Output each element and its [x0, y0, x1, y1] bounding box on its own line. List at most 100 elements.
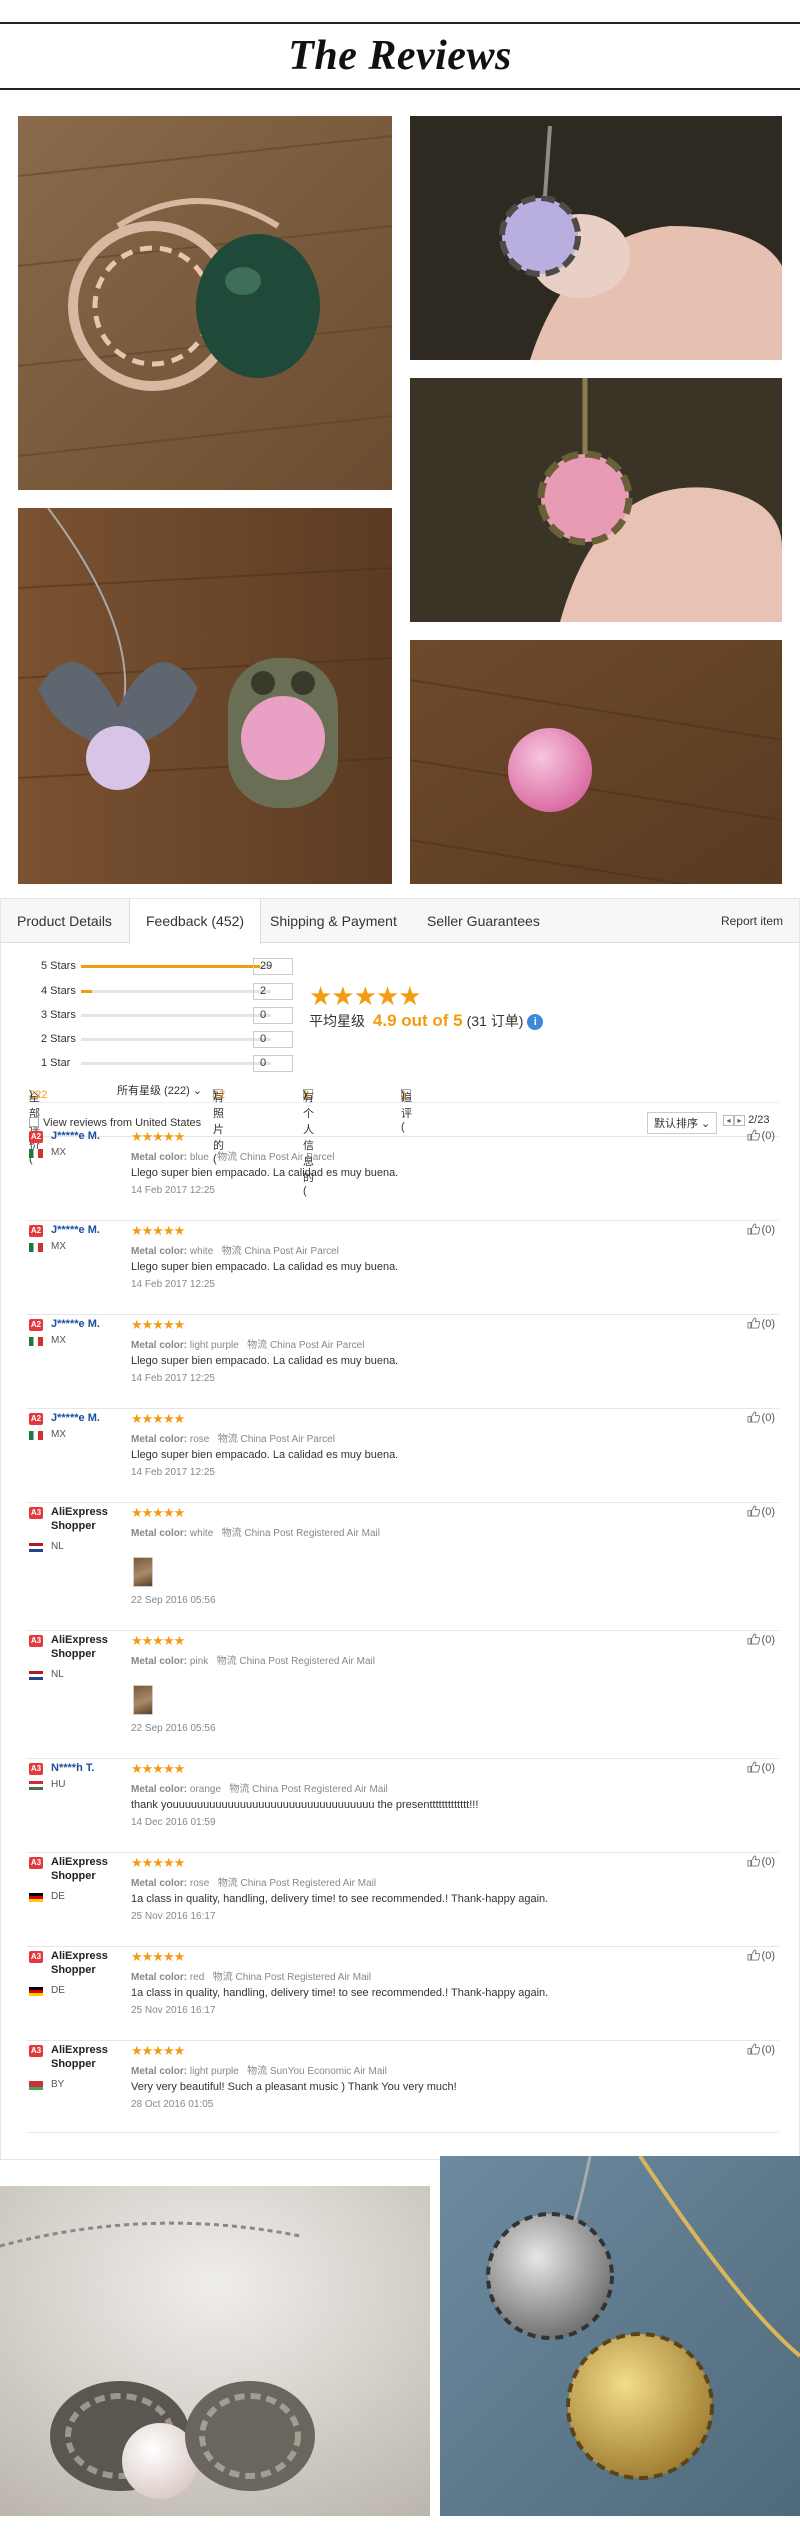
next-page-icon[interactable]: ▸: [734, 1115, 745, 1126]
review-meta: Metal color: rose 物流 China Post Register…: [131, 1878, 377, 1889]
review-date: 22 Sep 2016 05:56: [131, 1595, 216, 1606]
review-item: A3 AliExpress Shopper NL ★★★★★ Metal color: …: [27, 1631, 779, 1759]
thumbs-up-icon: [747, 1223, 760, 1235]
review-meta: Metal color: rose 物流 China Post Air Parc…: [131, 1434, 335, 1445]
reviewer-name[interactable]: AliExpress Shopper: [51, 1505, 141, 1533]
reviewer-country: DE: [51, 1985, 65, 1996]
thumbs-up-icon: [747, 1411, 760, 1423]
helpful-button[interactable]: (0): [747, 1761, 775, 1774]
rating-count: 2: [253, 983, 293, 1000]
review-date: 14 Feb 2017 12:25: [131, 1467, 215, 1478]
review-meta: Metal color: orange 物流 China Post Regist…: [131, 1784, 388, 1795]
review-date: 14 Feb 2017 12:25: [131, 1373, 215, 1384]
filter-bar: 全部评价(222) 所有星级 (222) ⌄ 有照片的(12) 有个人信息的(0…: [27, 1075, 779, 1197]
helpful-button[interactable]: (0): [747, 1949, 775, 1962]
reviewer-name[interactable]: J*****e M.: [51, 1317, 141, 1331]
banner-title: The Reviews: [288, 33, 512, 79]
helpful-count: (0): [761, 1950, 775, 1962]
review-photo-thumbnail[interactable]: [133, 1685, 153, 1715]
helpful-count: (0): [761, 1634, 775, 1646]
reviewer-name[interactable]: J*****e M.: [51, 1223, 141, 1237]
review-text: Llego super bien empacado. La calidad es…: [131, 1449, 399, 1461]
review-text: thank youuuuuuuuuuuuuuuuuuuuuuuuuuuuuuuu…: [131, 1799, 479, 1811]
thumbs-up-icon: [747, 1317, 760, 1329]
reviewer-name[interactable]: N****h T.: [51, 1761, 141, 1775]
reviewer-name[interactable]: AliExpress Shopper: [51, 1633, 141, 1661]
rating-label: 3 Stars: [41, 1009, 76, 1021]
helpful-count: (0): [761, 1130, 775, 1142]
tab-seller-guarantees[interactable]: Seller Guarantees: [411, 899, 556, 943]
rating-label: 4 Stars: [41, 985, 76, 997]
prev-page-icon[interactable]: ◂: [723, 1115, 734, 1126]
review-stars: ★★★★★: [131, 2043, 185, 2058]
filter-stars-dropdown[interactable]: 所有星级 (222) ⌄: [117, 1082, 202, 1098]
country-flag-icon: [29, 1431, 43, 1440]
tab-product-details[interactable]: Product Details: [1, 899, 128, 943]
reviewer-country: DE: [51, 1891, 65, 1902]
reviewer-name[interactable]: AliExpress Shopper: [51, 2043, 141, 2071]
reviewer-country: MX: [51, 1241, 66, 1252]
reviewer-name[interactable]: AliExpress Shopper: [51, 1855, 141, 1883]
tab-shipping-payment[interactable]: Shipping & Payment: [254, 899, 413, 943]
review-stars: ★★★★★: [131, 1949, 185, 1964]
helpful-button[interactable]: (0): [747, 1505, 775, 1518]
review-stars: ★★★★★: [131, 1761, 185, 1776]
helpful-button[interactable]: (0): [747, 1129, 775, 1142]
helpful-button[interactable]: (0): [747, 1223, 775, 1236]
thumbs-up-icon: [747, 1949, 760, 1961]
feedback-panel: Product Details Feedback (452) Shipping …: [0, 898, 800, 2160]
review-meta: Metal color: pink 物流 China Post Register…: [131, 1656, 376, 1667]
country-flag-icon: [29, 1243, 43, 1252]
rating-count: 0: [253, 1031, 293, 1048]
order-count: (31 订单): [466, 1013, 524, 1029]
helpful-button[interactable]: (0): [747, 2043, 775, 2056]
helpful-button[interactable]: (0): [747, 1633, 775, 1646]
review-date: 25 Nov 2016 16:17: [131, 1911, 216, 1922]
review-meta: Metal color: blue 物流 China Post Air Parc…: [131, 1152, 335, 1163]
info-icon[interactable]: i: [527, 1014, 544, 1030]
photo-open-locket-green: [18, 116, 392, 490]
country-flag-icon: [29, 1543, 43, 1552]
tab-feedback[interactable]: Feedback (452): [129, 899, 262, 944]
photo-hand-pink-cage: [410, 378, 782, 622]
reviews-banner: The Reviews: [0, 22, 800, 90]
report-item-link[interactable]: Report item: [721, 899, 783, 943]
helpful-button[interactable]: (0): [747, 1855, 775, 1868]
review-photo-thumbnail[interactable]: [133, 1557, 153, 1587]
reviewer-name[interactable]: AliExpress Shopper: [51, 1949, 141, 1977]
helpful-button[interactable]: (0): [747, 1411, 775, 1424]
reviewer-name[interactable]: J*****e M.: [51, 1411, 141, 1425]
review-item: A2 J*****e M. MX ★★★★★ Metal color: light pu…: [27, 1315, 779, 1409]
review-meta: Metal color: white 物流 China Post Registe…: [131, 1528, 381, 1539]
checkbox-icon: [29, 1117, 39, 1127]
thumbs-up-icon: [747, 1129, 760, 1141]
helpful-button[interactable]: (0): [747, 1317, 775, 1330]
review-stars: ★★★★★: [131, 1411, 185, 1426]
thumbs-up-icon: [747, 1505, 760, 1517]
photo-hand-purple-cage: [410, 116, 782, 360]
page-indicator: 2/23: [748, 1114, 770, 1126]
review-item: A3 AliExpress Shopper DE ★★★★★ Metal color: …: [27, 1947, 779, 2041]
review-stars: ★★★★★: [131, 1317, 185, 1332]
rating-bar: [81, 990, 271, 993]
review-text: 1a class in quality, handling, delivery …: [131, 1893, 549, 1905]
rating-bar: [81, 1038, 271, 1041]
buyer-level-badge: A3: [29, 1635, 43, 1647]
helpful-count: (0): [761, 1506, 775, 1518]
buyer-level-badge: A3: [29, 1951, 43, 1963]
review-date: 14 Feb 2017 12:25: [131, 1185, 215, 1196]
review-item: A3 AliExpress Shopper DE ★★★★★ Metal color: …: [27, 1853, 779, 1947]
reviewer-country: MX: [51, 1147, 66, 1158]
review-item: A3 AliExpress Shopper BY ★★★★★ Metal color: …: [27, 2041, 779, 2133]
rating-count: 0: [253, 1007, 293, 1024]
average-stars: ★★★★★: [309, 981, 422, 1011]
photo-filigree-balls: [440, 2156, 800, 2516]
helpful-count: (0): [761, 1856, 775, 1868]
average-score: 4.9 out of 5: [372, 1011, 463, 1030]
reviewer-name[interactable]: J*****e M.: [51, 1129, 141, 1143]
country-flag-icon: [29, 1987, 43, 1996]
country-flag-icon: [29, 1337, 43, 1346]
review-date: 14 Feb 2017 12:25: [131, 1279, 215, 1290]
review-date: 25 Nov 2016 16:17: [131, 2005, 216, 2016]
thumbs-up-icon: [747, 2043, 760, 2055]
